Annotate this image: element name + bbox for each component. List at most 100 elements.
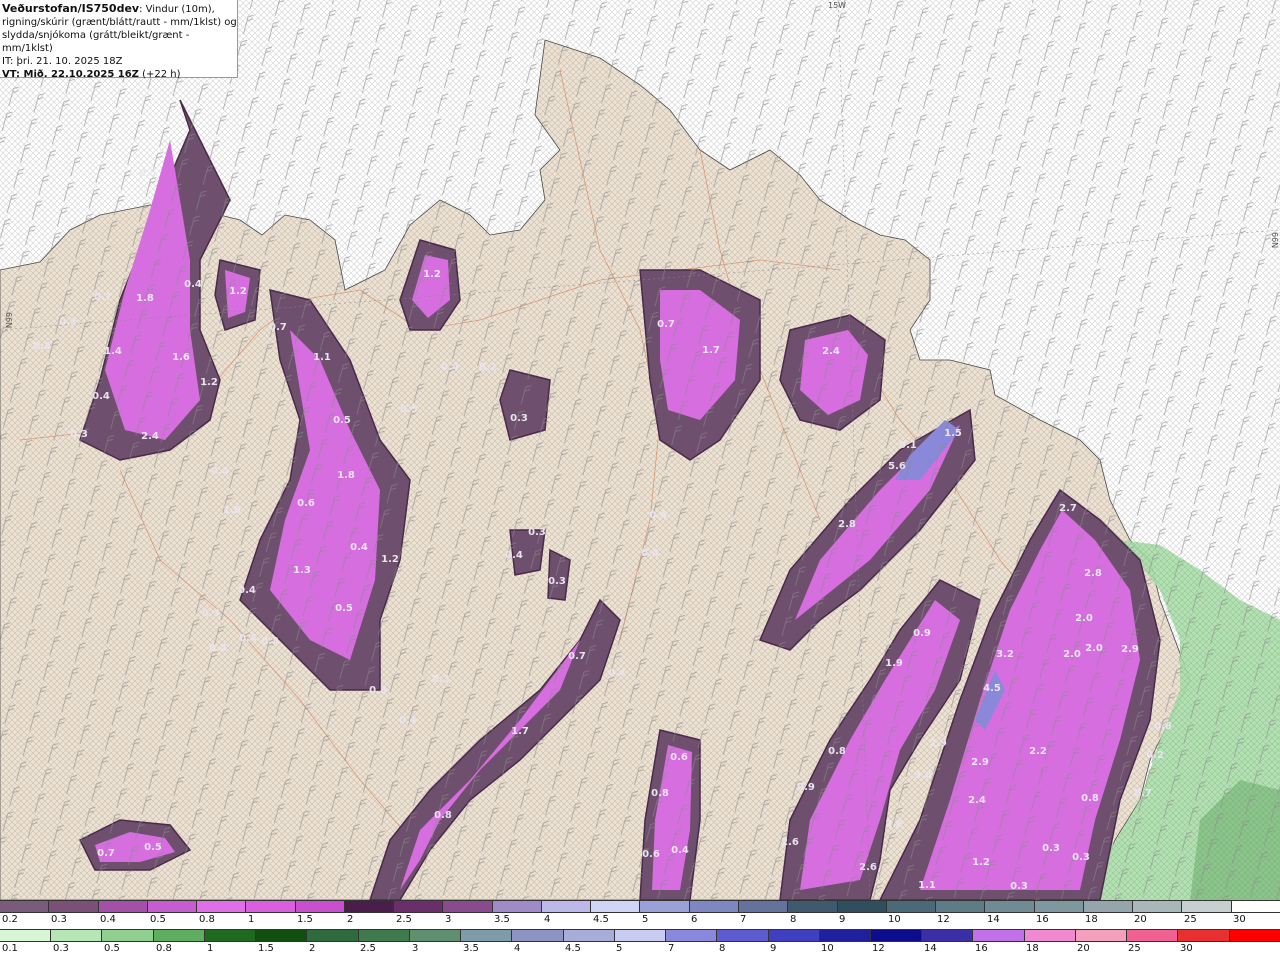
precip-value-label: 0.5	[400, 404, 418, 415]
legend-label: 18	[1085, 914, 1098, 925]
legend-swatch	[102, 930, 154, 941]
precip-value-label: 0.3	[261, 636, 279, 647]
legend-top-swatches	[0, 900, 1280, 913]
precip-value-label: 0.3	[1072, 852, 1090, 863]
brand-title: Veðurstofan/IS750dev	[2, 2, 140, 15]
legend-swatch	[98, 901, 148, 912]
precip-value-label: 5.6	[888, 461, 906, 472]
precip-value-label: 4.5	[983, 683, 1001, 694]
precip-value-label: 0.4	[641, 548, 659, 559]
init-time: IT: þri. 21. 10. 2025 18Z	[2, 56, 123, 67]
legend-swatch	[1231, 901, 1280, 912]
precip-value-label: 0.2	[479, 362, 497, 373]
precip-value-label: 0.7	[269, 322, 287, 333]
precip-value-label: 0.4	[505, 550, 523, 561]
legend-label: 3	[445, 914, 452, 925]
precip-value-label: 3.8	[885, 819, 903, 830]
legend-label: 8	[790, 914, 797, 925]
precip-value-label: 0.4	[671, 845, 689, 856]
precip-value-label: 0.8	[434, 810, 452, 821]
legend-label: 0.5	[104, 943, 120, 954]
legend-label: 3	[412, 943, 419, 954]
legend-swatch	[1229, 930, 1280, 941]
precip-value-label: 1.9	[885, 658, 903, 669]
precip-value-label: 0.4	[238, 585, 256, 596]
precip-value-label: 1.3	[293, 565, 311, 576]
title-line2: rigning/skúrir (grænt/blátt/rautt - mm/1…	[2, 17, 237, 28]
legend-swatch	[640, 901, 690, 912]
wind-barbs	[0, 0, 1280, 900]
legend-swatch	[461, 930, 513, 941]
legend-label: 1.5	[297, 914, 313, 925]
legend-swatch	[443, 901, 493, 912]
legend-swatch	[738, 901, 789, 912]
precip-value-label: 0.3	[432, 674, 450, 685]
legend-swatch	[394, 901, 444, 912]
legend-swatch	[717, 930, 769, 941]
precip-value-label: 1.6	[172, 352, 190, 363]
precip-value-label: 0.8	[651, 788, 669, 799]
legend-label: 1.5	[258, 943, 274, 954]
precip-value-label: 0.1	[899, 440, 917, 451]
legend-swatch	[49, 901, 99, 912]
legend-label: 6	[691, 914, 698, 925]
legend-label: 7	[668, 943, 675, 954]
precip-value-label: 2.9	[1121, 644, 1139, 655]
legend-label: 4	[514, 943, 521, 954]
precip-value-label: 0.6	[297, 498, 315, 509]
precip-value-label: 0.3	[369, 685, 387, 696]
precip-value-label: 0.4	[33, 341, 51, 352]
legend-label: 20	[1077, 943, 1090, 954]
legend-bottom-labels: 0.1 0.3 0.5 0.8 1 1.5 2 2.5 3 3.5 4 4.5 5 7 8 9 10 12 14 16…	[0, 943, 1280, 959]
legend-label: 14	[924, 943, 937, 954]
legend-label: 30	[1180, 943, 1193, 954]
legend-swatch	[492, 901, 542, 912]
precip-value-label: 1.8	[337, 470, 355, 481]
precip-value-label: 0.8	[828, 746, 846, 757]
title-line3: slydda/snjókoma (grátt/bleikt/grænt - mm…	[2, 30, 190, 54]
legend-swatch	[197, 901, 247, 912]
precip-value-label: 0.5	[333, 415, 351, 426]
precip-value-label: 1.2	[381, 554, 399, 565]
legend-swatch	[0, 901, 50, 912]
legend-swatch	[886, 901, 937, 912]
legend-swatch	[246, 901, 296, 912]
legend-swatch	[0, 930, 52, 941]
precip-value-label: 0.3	[510, 413, 528, 424]
precip-value-label: 2.0	[1085, 643, 1103, 654]
precip-value-label: 1.8	[136, 293, 154, 304]
precip-value-label: 0.7	[657, 319, 675, 330]
legend-label: 25	[1184, 914, 1197, 925]
legend-label: 16	[975, 943, 988, 954]
legend-label: 0.8	[199, 914, 215, 925]
precip-value-label: 3.2	[996, 649, 1014, 660]
precip-value-label: 2.6	[781, 837, 799, 848]
legend-label: 0.3	[51, 914, 67, 925]
precip-value-label: 1.2	[423, 269, 441, 280]
legend-swatch	[591, 901, 641, 912]
legend-swatch	[541, 901, 592, 912]
precip-value-label: 0.6	[670, 752, 688, 763]
parallel-label-right: 66N	[1270, 232, 1279, 248]
precip-value-label: 1.1	[918, 880, 936, 891]
weather-map: 15W 66N 66N 0.5 0.7 1.8 0.4 1.2 0.3 0.4 1.4 1.6 1…	[0, 0, 1280, 900]
legend-label: 1	[248, 914, 255, 925]
legend-label: 10	[821, 943, 834, 954]
precip-value-label: 2.0	[1063, 649, 1081, 660]
legend-swatch	[1178, 930, 1230, 941]
legend-label: 4.5	[565, 943, 581, 954]
legend-label: 20	[1134, 914, 1147, 925]
precip-value-label: 2.8	[1084, 568, 1102, 579]
precip-value-label: 0.8	[1154, 721, 1172, 732]
parallel-label-left: 66N	[4, 312, 13, 328]
precip-value-label: 0.4	[92, 391, 110, 402]
precip-value-label: 2.0	[1075, 613, 1093, 624]
forecast-offset: (+22 h)	[138, 69, 181, 80]
legend-label: 2.5	[360, 943, 376, 954]
legend-label: 3.5	[463, 943, 479, 954]
map-title-box: Veðurstofan/IS750dev: Vindur (10m), rign…	[0, 0, 238, 80]
legend-swatch	[409, 930, 462, 941]
precip-value-label: 1.7	[511, 726, 529, 737]
precip-value-label: 2.9	[971, 757, 989, 768]
legend-swatch	[614, 930, 667, 941]
